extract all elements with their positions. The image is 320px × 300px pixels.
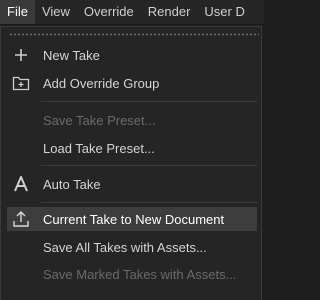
menu-item-save-marked-takes-with-assets[interactable]: Save Marked Takes with Assets... xyxy=(7,262,257,286)
export-icon xyxy=(9,207,33,231)
menu-separator xyxy=(41,165,257,166)
menu-item-load-take-preset[interactable]: Load Take Preset... xyxy=(7,136,257,160)
menu-override[interactable]: Override xyxy=(77,0,141,24)
file-dropdown-menu: New Take Add Override Group Save Take Pr… xyxy=(0,26,262,300)
menu-item-add-override-group[interactable]: Add Override Group xyxy=(7,71,257,95)
menu-view[interactable]: View xyxy=(35,0,77,24)
menu-separator xyxy=(41,202,257,203)
auto-take-icon xyxy=(9,172,33,196)
menu-item-label: Save Take Preset... xyxy=(43,112,156,128)
menu-item-label: Save All Takes with Assets... xyxy=(43,239,207,255)
menu-item-new-take[interactable]: New Take xyxy=(7,43,257,67)
menu-file[interactable]: File xyxy=(0,0,35,24)
menu-item-save-take-preset[interactable]: Save Take Preset... xyxy=(7,108,257,132)
menu-item-current-take-to-new-document[interactable]: Current Take to New Document xyxy=(7,207,257,231)
menu-item-auto-take[interactable]: Auto Take xyxy=(7,172,257,196)
menu-bar: File View Override Render User D xyxy=(0,0,264,25)
menu-item-label: Load Take Preset... xyxy=(43,140,155,156)
add-folder-icon xyxy=(9,71,33,95)
menu-item-label: Save Marked Takes with Assets... xyxy=(43,266,237,282)
menu-separator xyxy=(41,101,257,102)
menu-item-label: Add Override Group xyxy=(43,75,160,91)
menu-render[interactable]: Render xyxy=(141,0,198,24)
menu-item-save-all-takes-with-assets[interactable]: Save All Takes with Assets... xyxy=(7,235,257,259)
tearoff-handle[interactable] xyxy=(9,33,259,36)
plus-icon xyxy=(9,43,33,67)
menu-item-label: Auto Take xyxy=(43,176,101,192)
menu-item-label: New Take xyxy=(43,47,100,63)
menu-user-data[interactable]: User D xyxy=(197,0,251,24)
menu-item-label: Current Take to New Document xyxy=(43,211,225,227)
